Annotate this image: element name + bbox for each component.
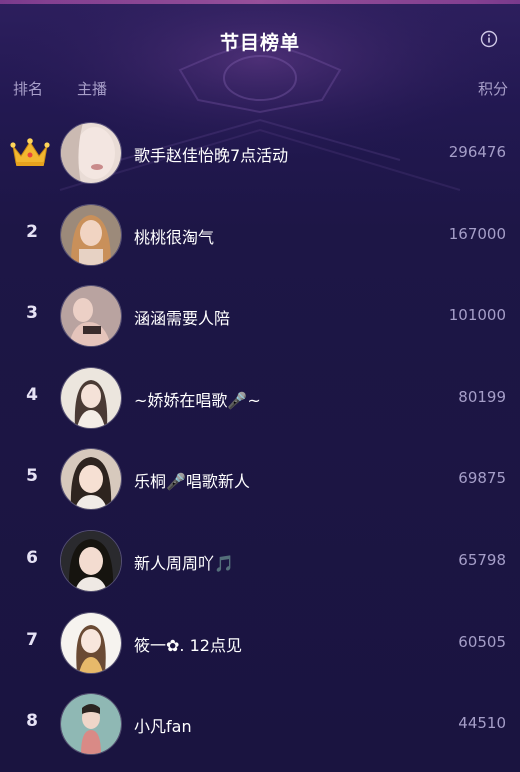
host-name: ~娇娇在唱歌🎤~	[134, 390, 261, 410]
score-value: 80199	[458, 387, 506, 406]
host-name: 涵涵需要人陪	[134, 309, 231, 329]
list-item[interactable]: 歌手赵佳怡晚7点活动 296476	[0, 112, 520, 194]
score-value: 60505	[458, 632, 506, 651]
avatar[interactable]	[60, 122, 122, 184]
avatar[interactable]	[60, 448, 122, 511]
score-value: 69875	[458, 469, 506, 488]
score-value: 167000	[448, 224, 506, 243]
avatar[interactable]	[60, 529, 122, 592]
column-host: 主播	[77, 80, 108, 98]
rank-number: 6	[26, 547, 38, 568]
host-name: 新人周周吖🎵	[134, 553, 234, 573]
column-rank: 排名	[13, 80, 44, 98]
rank-number: 8	[26, 711, 38, 732]
rank-number: 4	[26, 384, 38, 405]
host-name: 小凡fan	[134, 717, 192, 737]
column-headers: 排名 主播 积分	[0, 78, 520, 110]
host-name: 桃桃很淘气	[134, 227, 215, 247]
host-name: 乐桐🎤唱歌新人	[134, 472, 250, 492]
list-item[interactable]: 6 新人周周吖🎵 65798	[0, 520, 520, 602]
score-value: 101000	[448, 306, 506, 325]
list-item[interactable]: 4 ~娇娇在唱歌🎤~ 80199	[0, 357, 520, 439]
info-circle-icon[interactable]	[480, 30, 498, 48]
column-score: 积分	[477, 80, 508, 98]
header: 节目榜单	[0, 0, 520, 78]
avatar[interactable]	[60, 285, 122, 348]
list-item[interactable]: 5 乐桐🎤唱歌新人 69875	[0, 438, 520, 520]
avatar[interactable]	[60, 203, 122, 266]
avatar[interactable]	[60, 366, 122, 429]
page-title: 节目榜单	[219, 32, 300, 54]
avatar[interactable]	[60, 611, 122, 674]
rank-number: 2	[26, 221, 38, 242]
score-value: 296476	[448, 143, 506, 161]
rank-number: 5	[26, 466, 38, 487]
ranking-list: 歌手赵佳怡晚7点活动 296476 2 桃桃很淘气 167000 3 涵涵需要人…	[0, 112, 520, 765]
host-name: 歌手赵佳怡晚7点活动	[134, 146, 289, 165]
list-item[interactable]: 3 涵涵需要人陪 101000	[0, 275, 520, 357]
rank-number: 3	[26, 303, 38, 324]
crown-icon	[10, 138, 50, 166]
host-name: 筱一✿. 12点见	[134, 635, 242, 655]
avatar[interactable]	[60, 693, 122, 756]
list-item[interactable]: 7 筱一✿. 12点见 60505	[0, 602, 520, 684]
list-item[interactable]: 2 桃桃很淘气 167000	[0, 194, 520, 276]
ranking-panel: 节目榜单 排名 主播 积分 歌手赵佳怡晚7点活动 296476 2 桃桃很淘气 …	[0, 0, 520, 772]
score-value: 44510	[458, 714, 506, 733]
list-item[interactable]: 8 小凡fan 44510	[0, 683, 520, 765]
rank-number: 7	[26, 629, 38, 650]
score-value: 65798	[458, 550, 506, 569]
